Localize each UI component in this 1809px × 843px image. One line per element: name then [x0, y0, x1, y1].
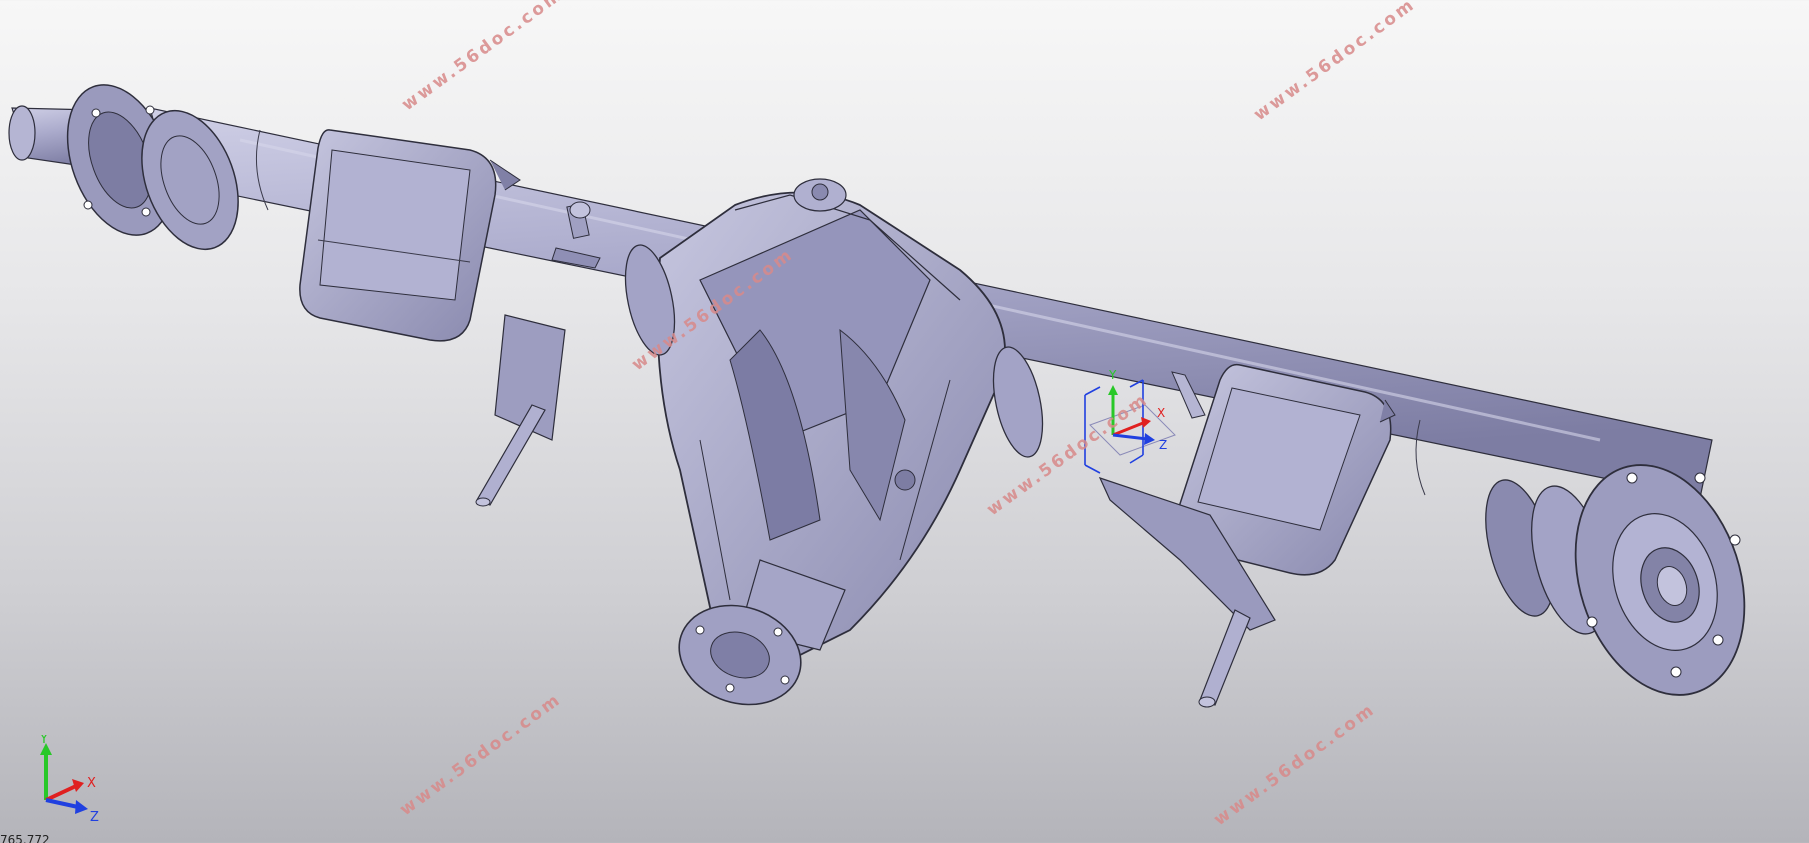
triad-x-label: X	[87, 776, 96, 791]
compass-manipulator[interactable]: Y X Z	[1075, 365, 1185, 485]
status-readout: 765.772	[0, 833, 50, 843]
rear-axle-model[interactable]	[0, 0, 1809, 843]
compass-x-label: X	[1157, 406, 1165, 420]
compass-y-label: Y	[1108, 368, 1117, 382]
triad-z-label: Z	[90, 810, 99, 825]
triad-y-label: Y	[39, 735, 48, 747]
left-shock-mount	[475, 314, 566, 507]
right-wheel-hub	[1485, 464, 1746, 696]
left-spring-seat	[299, 129, 521, 342]
3d-viewport[interactable]: Y X Z Y X Z www.56doc.com www.56doc.com …	[0, 0, 1809, 843]
pinion-flange	[678, 559, 846, 706]
compass-z-label: Z	[1159, 438, 1167, 452]
axis-triad: Y X Z	[39, 735, 99, 825]
left-wheel-flange	[66, 84, 239, 251]
